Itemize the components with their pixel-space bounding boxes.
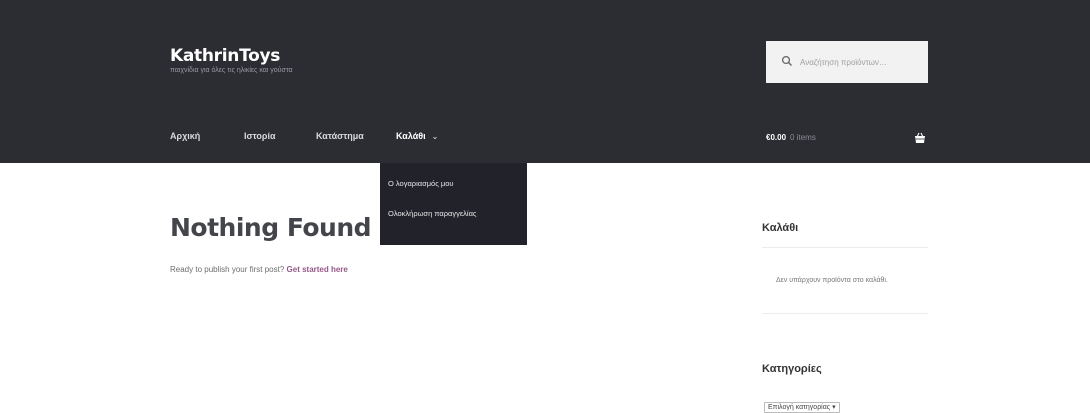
page-title: Nothing Found: [170, 213, 372, 242]
site-header: KathrinToys παιχνίδια για όλες τις ηλικί…: [0, 0, 1090, 163]
category-select-value: Επιλογή κατηγορίας: [768, 404, 831, 411]
select-arrow-icon: ▾: [832, 404, 836, 411]
divider: [762, 247, 928, 248]
search-box[interactable]: [766, 41, 928, 83]
empty-posts-message: Ready to publish your first post? Get st…: [170, 265, 348, 274]
sidebar-categories-title: Κατηγορίες: [762, 363, 822, 375]
nav-item-cart-label: Καλάθι: [396, 131, 426, 141]
lead-text: Ready to publish your first post?: [170, 265, 287, 274]
submenu-item-checkout[interactable]: Ολοκλήρωση παραγγελίας: [388, 209, 513, 219]
category-select[interactable]: Επιλογή κατηγορίας ▾: [764, 402, 840, 413]
site-description: παιχνίδια για όλες τις ηλικίες και γούστ…: [170, 67, 293, 74]
get-started-link[interactable]: Get started here: [287, 265, 348, 274]
site-title[interactable]: KathrinToys: [170, 46, 280, 66]
submenu-item-my-account[interactable]: Ο λογαριασμός μου: [388, 179, 513, 189]
cart-empty-message: Δεν υπάρχουν προϊόντα στο καλάθι.: [776, 277, 888, 284]
search-icon: [781, 55, 792, 66]
nav-item-home[interactable]: Αρχική: [170, 131, 200, 141]
chevron-down-icon: ⌄: [431, 132, 439, 141]
basket-icon[interactable]: [914, 132, 926, 144]
cart-amount: €0.00: [766, 133, 787, 142]
nav-item-cart[interactable]: Καλάθι ⌄: [396, 131, 438, 141]
sidebar-cart-title: Καλάθι: [762, 222, 799, 234]
header-cart[interactable]: €0.00 0 items: [766, 133, 816, 142]
search-input[interactable]: [800, 53, 918, 71]
cart-submenu: Ο λογαριασμός μου Ολοκλήρωση παραγγελίας: [380, 163, 527, 245]
cart-items-count: 0 items: [790, 133, 816, 142]
divider: [762, 313, 928, 314]
nav-item-shop[interactable]: Κατάστημα: [316, 131, 364, 141]
nav-item-history[interactable]: Ιστορία: [244, 131, 276, 141]
